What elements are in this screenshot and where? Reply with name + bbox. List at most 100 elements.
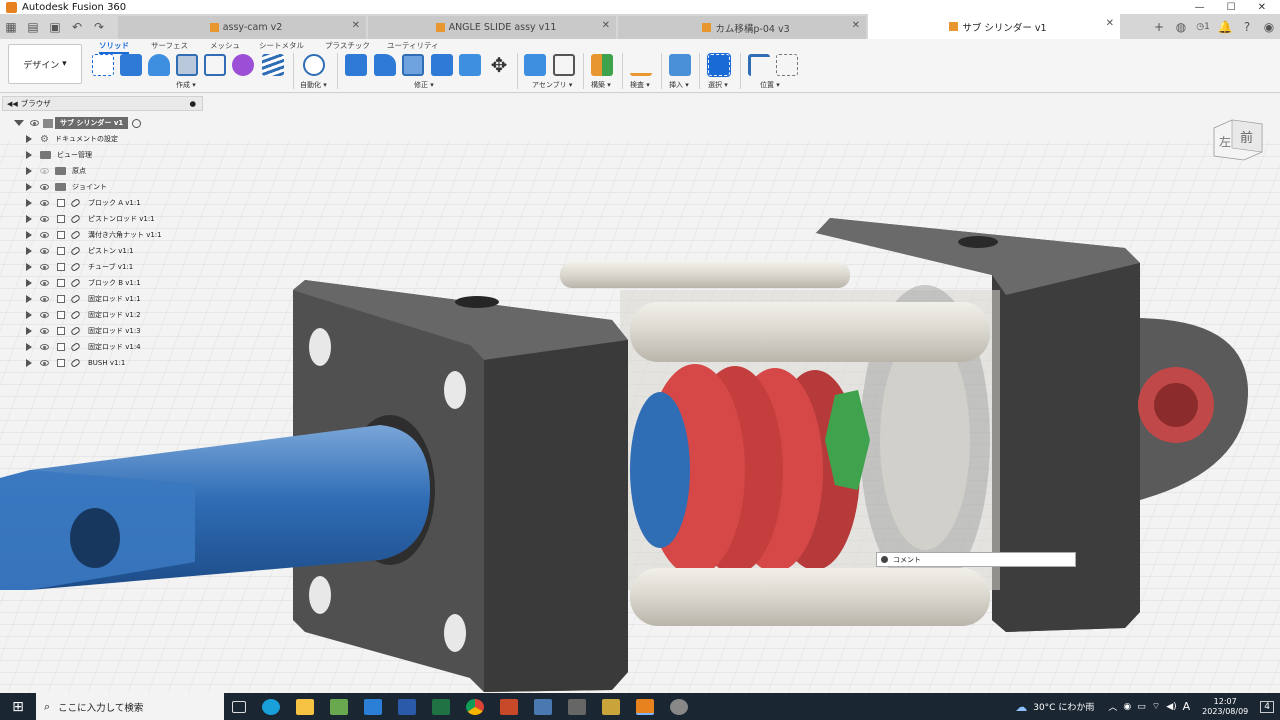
close-tab-icon[interactable]: ✕ <box>602 20 610 31</box>
start-icon[interactable]: ⊞ <box>0 699 36 715</box>
browser-menu-icon[interactable]: ● <box>189 99 196 108</box>
mirror-icon[interactable] <box>262 54 284 76</box>
close-tab-icon[interactable]: ✕ <box>352 20 360 31</box>
assembly-group-label[interactable]: アセンブリ ▾ <box>532 80 572 90</box>
visibility-icon[interactable] <box>40 360 49 366</box>
browser-item-component[interactable]: 固定ロッド v1:1 <box>26 291 141 307</box>
visibility-off-icon[interactable] <box>40 168 49 174</box>
visibility-icon[interactable] <box>40 200 49 206</box>
pattern-icon[interactable] <box>204 54 226 76</box>
app-icon[interactable] <box>534 698 552 715</box>
excel-icon[interactable] <box>432 698 450 715</box>
chrome-icon[interactable] <box>466 698 484 715</box>
insert-group-label[interactable]: 挿入 ▾ <box>669 80 689 90</box>
new-tab-icon[interactable]: + <box>1148 14 1170 39</box>
tab-mesh[interactable]: メッシュ <box>210 40 240 51</box>
split-body-icon[interactable] <box>459 54 481 76</box>
minimize-icon[interactable]: — <box>1195 2 1205 13</box>
notifications-icon[interactable]: 🔔 <box>1214 14 1236 39</box>
weather-text[interactable]: 30°C にわか雨 <box>1033 700 1094 713</box>
piston[interactable] <box>630 364 860 576</box>
visibility-icon[interactable] <box>40 296 49 302</box>
shell-icon[interactable] <box>402 54 424 76</box>
notification-center-icon[interactable]: 4 <box>1260 700 1274 713</box>
visibility-icon[interactable] <box>40 184 49 190</box>
job-status-icon[interactable]: ◷ 1 <box>1192 14 1214 39</box>
visibility-icon[interactable] <box>40 264 49 270</box>
select-group-label[interactable]: 選択 ▾ <box>708 80 728 90</box>
hole-icon[interactable] <box>176 54 198 76</box>
add-comment-icon[interactable] <box>881 556 888 563</box>
clock[interactable]: 12:07 2023/08/09 <box>1202 697 1248 717</box>
viewcube-front-label[interactable]: 前 <box>1240 130 1253 146</box>
network-icon[interactable]: ◉ <box>1123 702 1131 712</box>
fillet-icon[interactable] <box>374 54 396 76</box>
align-icon[interactable] <box>748 54 770 76</box>
close-tab-icon[interactable]: ✕ <box>852 20 860 31</box>
save-icon[interactable]: ▣ <box>44 14 66 39</box>
fusion-taskbar-icon[interactable] <box>636 698 654 715</box>
move-copy-icon[interactable]: ✥ <box>488 54 510 76</box>
task-view-icon[interactable] <box>232 700 246 713</box>
account-icon[interactable]: ◉ <box>1258 14 1280 39</box>
store-icon[interactable] <box>330 698 348 715</box>
modify-group-label[interactable]: 修正 ▾ <box>414 80 434 90</box>
extrude-icon[interactable] <box>120 54 142 76</box>
activate-icon[interactable] <box>132 118 142 128</box>
comment-panel[interactable]: コメント <box>876 552 1076 567</box>
browser-root[interactable]: サブ シリンダー v1 <box>14 115 142 131</box>
visibility-icon[interactable] <box>40 328 49 334</box>
position-group-label[interactable]: 位置 ▾ <box>760 80 780 90</box>
doc-tab-cam[interactable]: カム移構p-04 v3 ✕ <box>618 16 866 39</box>
visibility-icon[interactable] <box>40 232 49 238</box>
powerpoint-icon[interactable] <box>500 698 518 715</box>
battery-icon[interactable]: ▭ <box>1137 702 1146 712</box>
viewcube[interactable]: 左 前 <box>1213 119 1263 161</box>
combine-icon[interactable] <box>431 54 453 76</box>
select-icon[interactable] <box>707 53 731 77</box>
visibility-icon[interactable] <box>40 312 49 318</box>
volume-icon[interactable]: ◀) <box>1166 702 1176 712</box>
inspect-group-label[interactable]: 検査 ▾ <box>630 80 650 90</box>
create-sketch-icon[interactable] <box>92 54 114 76</box>
joint-icon[interactable] <box>553 54 575 76</box>
edge-icon[interactable] <box>262 698 280 715</box>
browser-item-component[interactable]: 固定ロッド v1:2 <box>26 307 141 323</box>
app-icon[interactable] <box>568 698 586 715</box>
browser-item-component[interactable]: ブロック B v1:1 <box>26 275 141 291</box>
file-icon[interactable]: ▤ <box>22 14 44 39</box>
browser-item-component[interactable]: 固定ロッド v1:4 <box>26 339 141 355</box>
position-icon[interactable] <box>776 54 798 76</box>
create-group-label[interactable]: 作成 ▾ <box>176 80 196 90</box>
tab-utilities[interactable]: ユーティリティ <box>387 40 439 51</box>
browser-item-component[interactable]: ピストンロッド v1:1 <box>26 211 155 227</box>
mail-icon[interactable] <box>364 698 382 715</box>
measure-icon[interactable] <box>630 54 652 76</box>
viewcube-left-label[interactable]: 左 <box>1219 134 1231 149</box>
tab-sheet-metal[interactable]: シートメタル <box>259 40 304 51</box>
app-icon[interactable] <box>602 698 620 715</box>
app-icon[interactable] <box>670 698 688 715</box>
automate-group-label[interactable]: 自動化 ▾ <box>300 80 327 90</box>
fixed-rod-front-bottom[interactable] <box>630 568 990 626</box>
visibility-icon[interactable] <box>40 216 49 222</box>
taskbar-search-input[interactable]: ⌕ ここに入力して検索 <box>36 693 224 720</box>
show-hidden-icons[interactable]: ︿ <box>1108 700 1117 713</box>
browser-item-component[interactable]: チューブ v1:1 <box>26 259 133 275</box>
wifi-icon[interactable]: ⌔ <box>1152 701 1160 712</box>
ime-indicator[interactable]: A <box>1183 700 1191 713</box>
doc-tab-sub-cylinder[interactable]: サブ シリンダー v1 ✕ <box>868 14 1120 39</box>
app-grid-icon[interactable]: ▦ <box>0 14 22 39</box>
press-pull-icon[interactable] <box>345 54 367 76</box>
revolve-icon[interactable] <box>148 54 170 76</box>
visibility-icon[interactable] <box>40 248 49 254</box>
fixed-rod-front-top[interactable] <box>630 302 990 362</box>
doc-tab-angle-slide[interactable]: ANGLE SLIDE assy v11 ✕ <box>368 16 616 39</box>
insert-image-icon[interactable] <box>669 54 691 76</box>
tab-plastic[interactable]: プラスチック <box>325 40 370 51</box>
new-component-icon[interactable] <box>524 54 546 76</box>
undo-icon[interactable]: ↶ <box>66 14 88 39</box>
browser-item-component[interactable]: BUSH v1:1 <box>26 355 125 371</box>
close-icon[interactable]: ✕ <box>1258 2 1266 13</box>
maximize-icon[interactable]: ☐ <box>1227 2 1236 13</box>
